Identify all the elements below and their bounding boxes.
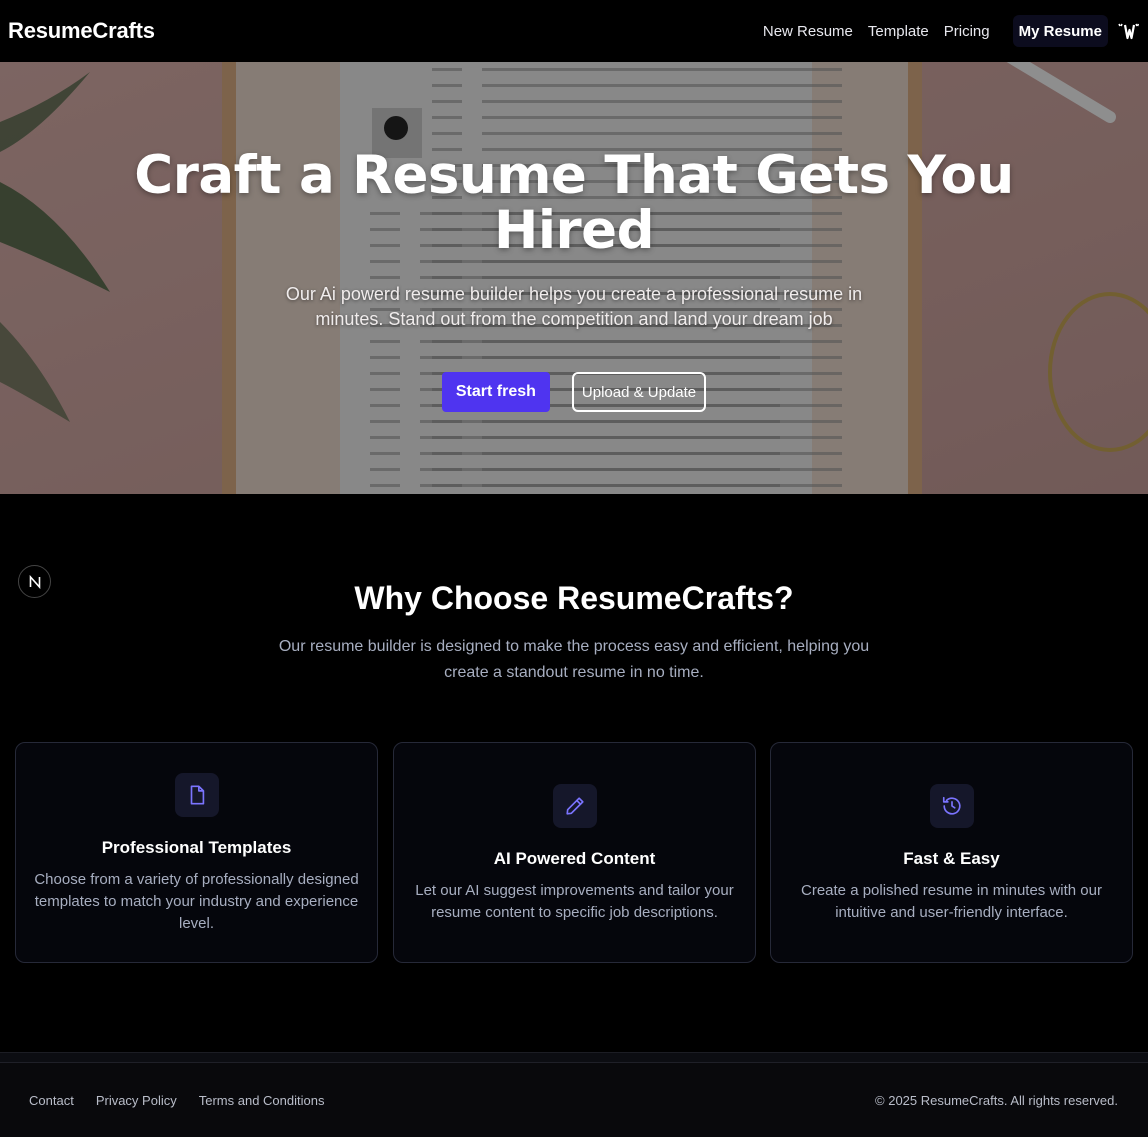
feature-card-templates: Professional Templates Choose from a var… bbox=[15, 742, 378, 963]
features-section: Why Choose ResumeCrafts? Our resume buil… bbox=[0, 494, 1148, 1054]
file-icon bbox=[174, 773, 219, 817]
feature-card-ai-content: AI Powered Content Let our AI suggest im… bbox=[393, 742, 756, 963]
upload-update-button[interactable]: Upload & Update bbox=[571, 372, 707, 412]
history-icon bbox=[929, 784, 974, 828]
feature-card-description: Let our AI suggest improvements and tail… bbox=[415, 882, 734, 921]
footer-link-terms[interactable]: Terms and Conditions bbox=[199, 1093, 325, 1108]
hero-title: Craft a Resume That Gets You Hired bbox=[134, 145, 1014, 261]
feature-card-description: Choose from a variety of professionally … bbox=[34, 871, 359, 932]
nav-pricing[interactable]: Pricing bbox=[944, 23, 990, 40]
brand-logo[interactable]: ResumeCrafts bbox=[8, 18, 155, 44]
top-nav-bar: ResumeCrafts New Resume Template Pricing… bbox=[0, 0, 1148, 62]
footer-links: Contact Privacy Policy Terms and Conditi… bbox=[29, 1093, 346, 1108]
hero-section: Craft a Resume That Gets You Hired Our A… bbox=[0, 62, 1148, 494]
footer-divider bbox=[0, 1052, 1148, 1062]
pencil-icon bbox=[552, 784, 597, 828]
feature-card-description: Create a polished resume in minutes with… bbox=[801, 882, 1102, 921]
feature-card-title: AI Powered Content bbox=[493, 849, 656, 868]
footer-link-contact[interactable]: Contact bbox=[29, 1093, 74, 1108]
footer-link-privacy-policy[interactable]: Privacy Policy bbox=[96, 1093, 177, 1108]
nav-new-resume[interactable]: New Resume bbox=[763, 23, 853, 40]
main-nav: New Resume Template Pricing My Resume bbox=[763, 15, 1140, 47]
my-resume-button[interactable]: My Resume bbox=[1012, 15, 1108, 47]
user-avatar-icon[interactable] bbox=[1116, 19, 1140, 43]
hero-subtitle: Our Ai powerd resume builder helps you c… bbox=[285, 284, 863, 329]
hero-content: Craft a Resume That Gets You Hired Our A… bbox=[0, 62, 1148, 494]
feature-card-title: Fast & Easy bbox=[903, 849, 1000, 868]
start-fresh-button[interactable]: Start fresh bbox=[441, 372, 550, 412]
features-subtitle: Our resume builder is designed to make t… bbox=[278, 638, 870, 681]
hero-buttons: Start fresh Upload & Update bbox=[441, 372, 707, 412]
nav-template[interactable]: Template bbox=[868, 23, 929, 40]
features-title: Why Choose ResumeCrafts? bbox=[354, 580, 794, 616]
feature-card-fast-easy: Fast & Easy Create a polished resume in … bbox=[770, 742, 1133, 963]
copyright-text: © 2025 ResumeCrafts. All rights reserved… bbox=[875, 1092, 1118, 1108]
footer: Contact Privacy Policy Terms and Conditi… bbox=[0, 1062, 1148, 1137]
feature-card-title: Professional Templates bbox=[101, 838, 292, 857]
